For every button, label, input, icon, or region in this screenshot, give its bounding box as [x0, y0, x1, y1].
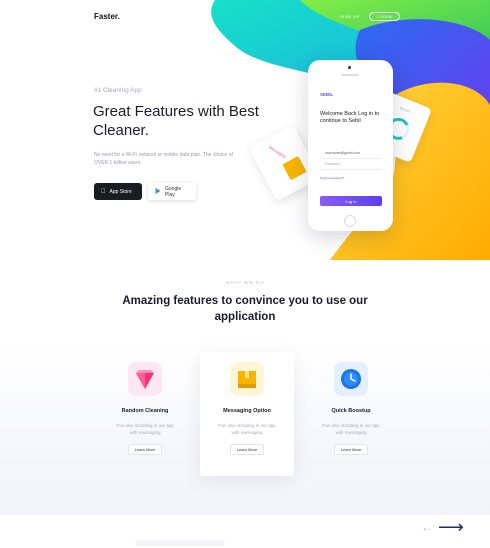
box-icon — [230, 362, 264, 396]
feature-card-quick-boostup: Quick Boostup Fun also including in our … — [304, 352, 398, 476]
boost-card-label: Boost — [399, 105, 411, 114]
feature-description: Fun also including in our app with messa… — [322, 423, 380, 435]
phone-brand: SEBIL — [320, 92, 334, 97]
nav-signup-link[interactable]: SIGN UP — [340, 14, 360, 19]
arrow-left-icon[interactable]: ← — [421, 521, 433, 533]
app-store-button[interactable]:  App Store — [94, 183, 142, 200]
bottom-divider — [135, 540, 225, 546]
feature-title: Messaging Option — [223, 408, 271, 414]
hero-eyebrow: #1 Cleaning App — [94, 87, 142, 94]
feature-description: Fun also including in our app with messa… — [116, 423, 174, 435]
camera-icon — [348, 66, 351, 69]
nav-login-button[interactable]: LOGIN — [369, 12, 400, 21]
play-store-icon — [155, 187, 161, 196]
learn-more-button[interactable]: Learn More — [128, 444, 162, 455]
google-play-label: Google Play — [165, 185, 182, 198]
brand-logo[interactable]: Faster. — [94, 12, 120, 21]
message-box-icon — [282, 155, 307, 181]
clock-icon — [334, 362, 368, 396]
home-button-icon — [344, 215, 356, 227]
phone-email-field: username@gmail.com — [320, 151, 382, 159]
feature-title: Quick Boostup — [331, 408, 371, 414]
phone-welcome-text: Welcome Back Log in to continue to Sebil — [320, 111, 380, 124]
feature-description: Fun also including in our app with messa… — [218, 423, 276, 435]
section-eyebrow: WHAT WE DO — [225, 280, 265, 285]
phone-forgot-link: Forgot password? — [320, 176, 345, 180]
messaging-card-label: Messaging — [267, 144, 288, 159]
hero-title: Great Features with Best Cleaner. — [93, 103, 259, 139]
google-play-button[interactable]: Google Play — [148, 183, 196, 200]
gem-icon — [128, 362, 162, 396]
feature-title: Random Cleaning — [121, 408, 169, 414]
feature-card-messaging-option: Messaging Option Fun also including in o… — [200, 352, 294, 476]
apple-icon:  — [101, 189, 106, 195]
feature-card-random-cleaning: Random Cleaning Fun also including in ou… — [98, 352, 192, 476]
hero-description: No need for a Wi-Fi network or mobile da… — [94, 152, 233, 166]
learn-more-button[interactable]: Learn More — [230, 444, 264, 455]
section-title: Amazing features to convince you to use … — [122, 295, 368, 323]
speaker-icon — [341, 74, 359, 76]
learn-more-button[interactable]: Learn More — [334, 444, 368, 455]
nav-login-label: LOGIN — [377, 14, 392, 19]
phone-mockup: SEBIL Welcome Back Log in to continue to… — [308, 60, 393, 231]
arrow-right-icon[interactable]: ⟶ — [438, 518, 464, 536]
phone-login-button: Log in — [320, 196, 382, 206]
phone-password-field: Password — [320, 162, 382, 170]
app-store-label: App Store — [105, 188, 132, 195]
